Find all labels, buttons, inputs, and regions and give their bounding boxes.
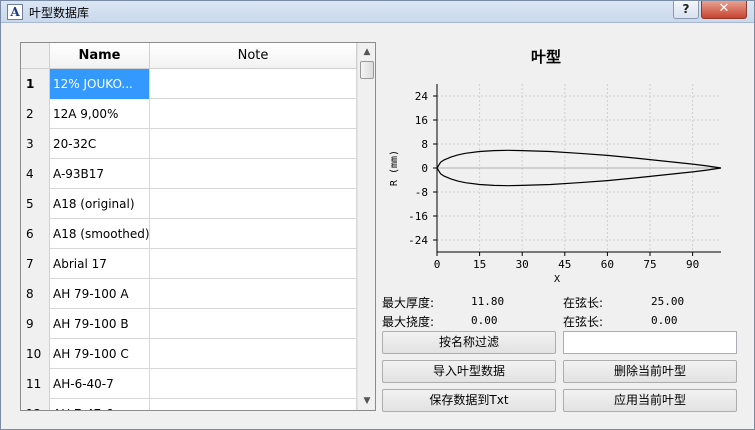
x-tick-label: 15 — [473, 258, 486, 271]
row-number[interactable]: 11 — [21, 369, 50, 399]
apply-airfoil-button[interactable]: 应用当前叶型 — [563, 389, 737, 412]
y-tick-label: -16 — [408, 210, 428, 223]
y-tick-label: 8 — [421, 138, 428, 151]
app-icon: A — [7, 4, 23, 20]
filter-by-name-button[interactable]: 按名称过滤 — [382, 331, 556, 354]
y-tick-label: 16 — [415, 114, 428, 127]
table-corner[interactable] — [21, 43, 50, 69]
table-row[interactable]: 11 AH-6-40-7 — [21, 369, 357, 399]
x-axis-label: X — [554, 274, 560, 285]
table-row[interactable]: 1 12% JOUKO... — [21, 69, 357, 99]
table-row[interactable]: 6 A18 (smoothed) — [21, 219, 357, 249]
y-axis-label: R (mm) — [389, 150, 400, 186]
row-number[interactable]: 9 — [21, 309, 50, 339]
help-button[interactable]: ? — [673, 1, 699, 19]
max-camber-position-value: 0.00 — [651, 314, 678, 327]
row-number[interactable]: 12 — [21, 399, 50, 410]
chart-title: 叶型 — [531, 48, 562, 66]
x-tick-label: 60 — [601, 258, 614, 271]
row-number[interactable]: 7 — [21, 249, 50, 279]
airfoil-database-window: A 叶型数据库 ? ✕ Name Note 1 12% JOUKO... 2 12A … — [0, 0, 755, 430]
cell-name[interactable]: 12% JOUKO... — [50, 69, 150, 99]
max-camber-label: 最大挠度: — [382, 315, 435, 329]
cell-note[interactable] — [150, 399, 357, 410]
table-row[interactable]: 9 AH 79-100 B — [21, 309, 357, 339]
column-header-name[interactable]: Name — [50, 43, 150, 69]
max-thickness-position-value: 25.00 — [651, 295, 685, 308]
table-vertical-scrollbar[interactable]: ▲ ▼ — [357, 43, 375, 410]
cell-note[interactable] — [150, 219, 357, 249]
cell-note[interactable] — [150, 69, 357, 99]
max-thickness-value: 11.80 — [471, 295, 505, 308]
x-tick-label: 90 — [686, 258, 699, 271]
scroll-thumb[interactable] — [360, 61, 374, 79]
save-to-txt-button[interactable]: 保存数据到Txt — [382, 389, 556, 412]
airfoil-table: Name Note 1 12% JOUKO... 2 12A 9,00% 3 20-32C… — [20, 42, 376, 411]
table-row[interactable]: 8 AH 79-100 A — [21, 279, 357, 309]
scroll-up-arrow-icon[interactable]: ▲ — [359, 44, 375, 60]
airfoil-profile-chart: 24 16 8 0 -8 -16 -24 0 15 30 45 60 75 90 X R (mm) — [389, 84, 722, 285]
row-number[interactable]: 1 — [21, 69, 50, 99]
table-row[interactable]: 2 12A 9,00% — [21, 99, 357, 129]
max-thickness-position-label: 在弦长: — [563, 296, 604, 310]
cell-name[interactable]: AH 79-100 C — [50, 339, 150, 369]
row-number[interactable]: 10 — [21, 339, 50, 369]
scroll-down-arrow-icon[interactable]: ▼ — [359, 393, 375, 409]
cell-note[interactable] — [150, 279, 357, 309]
x-tick-label: 75 — [643, 258, 656, 271]
cell-name[interactable]: AH 7-47-6 — [50, 399, 150, 410]
delete-airfoil-button[interactable]: 删除当前叶型 — [563, 360, 737, 383]
row-number[interactable]: 3 — [21, 129, 50, 159]
cell-note[interactable] — [150, 339, 357, 369]
cell-note[interactable] — [150, 369, 357, 399]
max-thickness-label: 最大厚度: — [382, 296, 435, 310]
cell-name[interactable]: AH 79-100 A — [50, 279, 150, 309]
table-row[interactable]: 4 A-93B17 — [21, 159, 357, 189]
y-tick-label: 0 — [421, 162, 428, 175]
table-row[interactable]: 12AH 7-47-6 — [21, 399, 357, 410]
x-tick-label: 30 — [516, 258, 529, 271]
row-number[interactable]: 5 — [21, 189, 50, 219]
row-number[interactable]: 8 — [21, 279, 50, 309]
cell-note[interactable] — [150, 129, 357, 159]
table-row[interactable]: 7 Abrial 17 — [21, 249, 357, 279]
window-title: 叶型数据库 — [29, 6, 90, 20]
close-button[interactable]: ✕ — [701, 1, 747, 19]
cell-name[interactable]: 20-32C — [50, 129, 150, 159]
title-bar[interactable]: A 叶型数据库 ? ✕ — [1, 1, 754, 23]
cell-name[interactable]: AH-6-40-7 — [50, 369, 150, 399]
cell-note[interactable] — [150, 99, 357, 129]
x-tick-label: 0 — [434, 258, 441, 271]
cell-name[interactable]: A18 (smoothed) — [50, 219, 150, 249]
cell-name[interactable]: Abrial 17 — [50, 249, 150, 279]
cell-note[interactable] — [150, 309, 357, 339]
table-row[interactable]: 10 AH 79-100 C — [21, 339, 357, 369]
row-number[interactable]: 2 — [21, 99, 50, 129]
max-camber-value: 0.00 — [471, 314, 498, 327]
cell-name[interactable]: A-93B17 — [50, 159, 150, 189]
row-number[interactable]: 6 — [21, 219, 50, 249]
column-header-note[interactable]: Note — [150, 43, 357, 69]
max-camber-position-label: 在弦长: — [563, 315, 604, 329]
x-tick-label: 45 — [558, 258, 571, 271]
cell-name[interactable]: A18 (original) — [50, 189, 150, 219]
cell-note[interactable] — [150, 189, 357, 219]
cell-note[interactable] — [150, 249, 357, 279]
import-airfoil-button[interactable]: 导入叶型数据 — [382, 360, 556, 383]
row-number[interactable]: 4 — [21, 159, 50, 189]
cell-name[interactable]: 12A 9,00% — [50, 99, 150, 129]
cell-note[interactable] — [150, 159, 357, 189]
y-tick-label: 24 — [415, 90, 429, 103]
table-row[interactable]: 3 20-32C — [21, 129, 357, 159]
y-tick-label: -8 — [415, 186, 428, 199]
cell-name[interactable]: AH 79-100 B — [50, 309, 150, 339]
table-rows: 1 12% JOUKO... 2 12A 9,00% 3 20-32C 4 A-93B17 5 A… — [21, 69, 357, 410]
table-row[interactable]: 5 A18 (original) — [21, 189, 357, 219]
y-tick-label: -24 — [408, 234, 428, 247]
filter-input[interactable] — [563, 331, 737, 354]
